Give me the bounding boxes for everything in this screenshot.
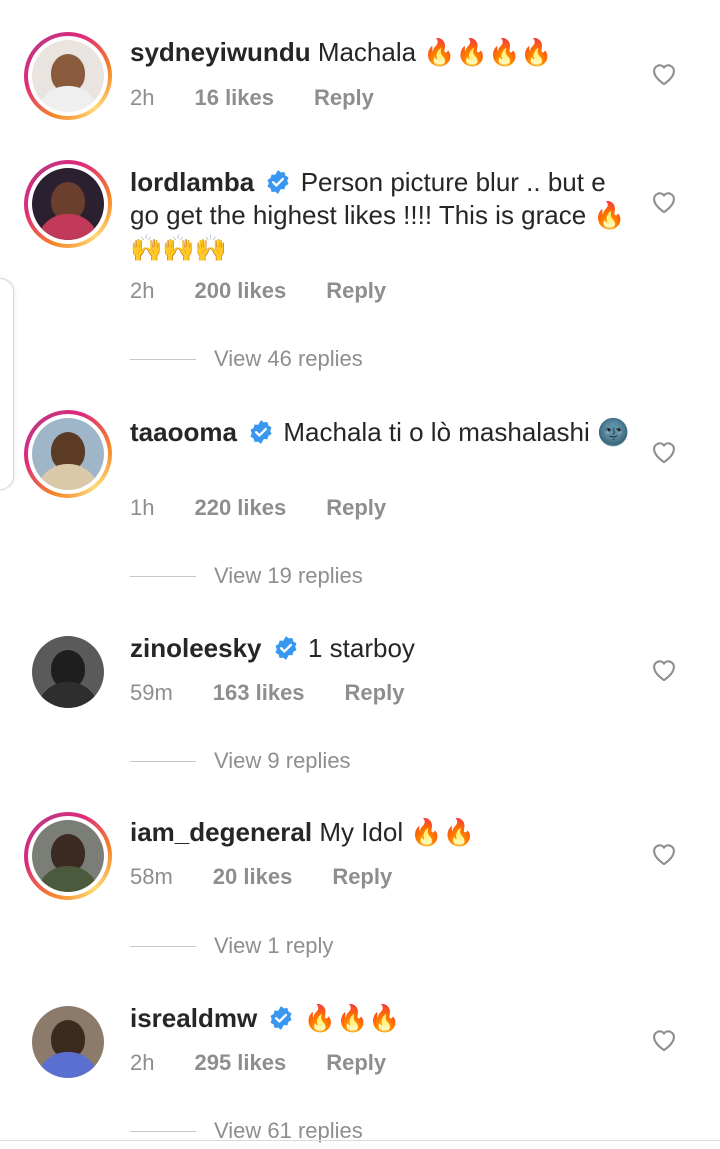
- comment-likes[interactable]: 20 likes: [213, 864, 293, 890]
- heart-icon[interactable]: [650, 1026, 678, 1052]
- partial-side-card: [0, 278, 14, 490]
- view-replies-label: View 1 reply: [214, 933, 334, 958]
- comment-username[interactable]: taaooma: [130, 417, 237, 447]
- avatar-story-ring[interactable]: [24, 160, 112, 248]
- comment-username[interactable]: sydneyiwundu: [130, 37, 311, 67]
- heart-icon[interactable]: [650, 656, 678, 682]
- reply-button[interactable]: Reply: [326, 278, 386, 304]
- comment-time: 1h: [130, 495, 155, 520]
- verified-badge-icon: [270, 1006, 292, 1030]
- avatar-story-ring[interactable]: [24, 812, 112, 900]
- comment-username[interactable]: iam_degeneral: [130, 817, 312, 847]
- comment-username[interactable]: lordlamba: [130, 167, 254, 197]
- view-replies-button[interactable]: View 9 replies: [130, 748, 351, 774]
- comment-text: 1 starboy: [307, 633, 415, 663]
- avatar: [32, 418, 104, 490]
- view-replies-label: View 19 replies: [214, 563, 363, 588]
- avatar-story-ring[interactable]: [24, 32, 112, 120]
- divider-line: [130, 358, 196, 360]
- heart-icon[interactable]: [650, 438, 678, 464]
- reply-button[interactable]: Reply: [314, 85, 374, 111]
- avatar[interactable]: [32, 1006, 104, 1078]
- comment-text: My Idol 🔥🔥: [319, 817, 476, 847]
- comment-text: Machala 🔥🔥🔥🔥: [317, 37, 553, 67]
- view-replies-label: View 46 replies: [214, 346, 363, 371]
- divider-line: [130, 760, 196, 762]
- avatar: [32, 168, 104, 240]
- verified-badge-icon: [250, 420, 272, 444]
- reply-button[interactable]: Reply: [332, 864, 392, 890]
- bottom-divider: [0, 1140, 720, 1141]
- view-replies-button[interactable]: View 19 replies: [130, 563, 363, 589]
- view-replies-button[interactable]: View 1 reply: [130, 933, 333, 959]
- heart-icon[interactable]: [650, 60, 678, 86]
- comment-likes[interactable]: 163 likes: [213, 680, 305, 706]
- comment-time: 2h: [130, 278, 155, 303]
- heart-icon[interactable]: [650, 840, 678, 866]
- comment-likes[interactable]: 200 likes: [194, 278, 286, 304]
- avatar[interactable]: [32, 636, 104, 708]
- reply-button[interactable]: Reply: [326, 1050, 386, 1076]
- comment-username[interactable]: isrealdmw: [130, 1003, 257, 1033]
- comment-time: 59m: [130, 680, 173, 705]
- comment-text: Machala ti o lò mashalashi 🌚: [283, 417, 630, 447]
- comment-text: 🔥🔥🔥: [303, 1003, 401, 1033]
- divider-line: [130, 1130, 196, 1132]
- view-replies-button[interactable]: View 46 replies: [130, 346, 363, 372]
- view-replies-label: View 9 replies: [214, 748, 351, 773]
- comment-time: 2h: [130, 1050, 155, 1075]
- verified-badge-icon: [275, 636, 297, 660]
- comment-time: 2h: [130, 85, 155, 110]
- verified-badge-icon: [267, 170, 289, 194]
- avatar-story-ring[interactable]: [24, 410, 112, 498]
- comment-username[interactable]: zinoleesky: [130, 633, 262, 663]
- comment-likes[interactable]: 16 likes: [194, 85, 274, 111]
- comment-likes[interactable]: 220 likes: [194, 495, 286, 521]
- reply-button[interactable]: Reply: [326, 495, 386, 521]
- heart-icon[interactable]: [650, 188, 678, 214]
- comment-likes[interactable]: 295 likes: [194, 1050, 286, 1076]
- avatar: [32, 40, 104, 112]
- reply-button[interactable]: Reply: [345, 680, 405, 706]
- comment-time: 58m: [130, 864, 173, 889]
- avatar: [32, 820, 104, 892]
- divider-line: [130, 575, 196, 577]
- divider-line: [130, 945, 196, 947]
